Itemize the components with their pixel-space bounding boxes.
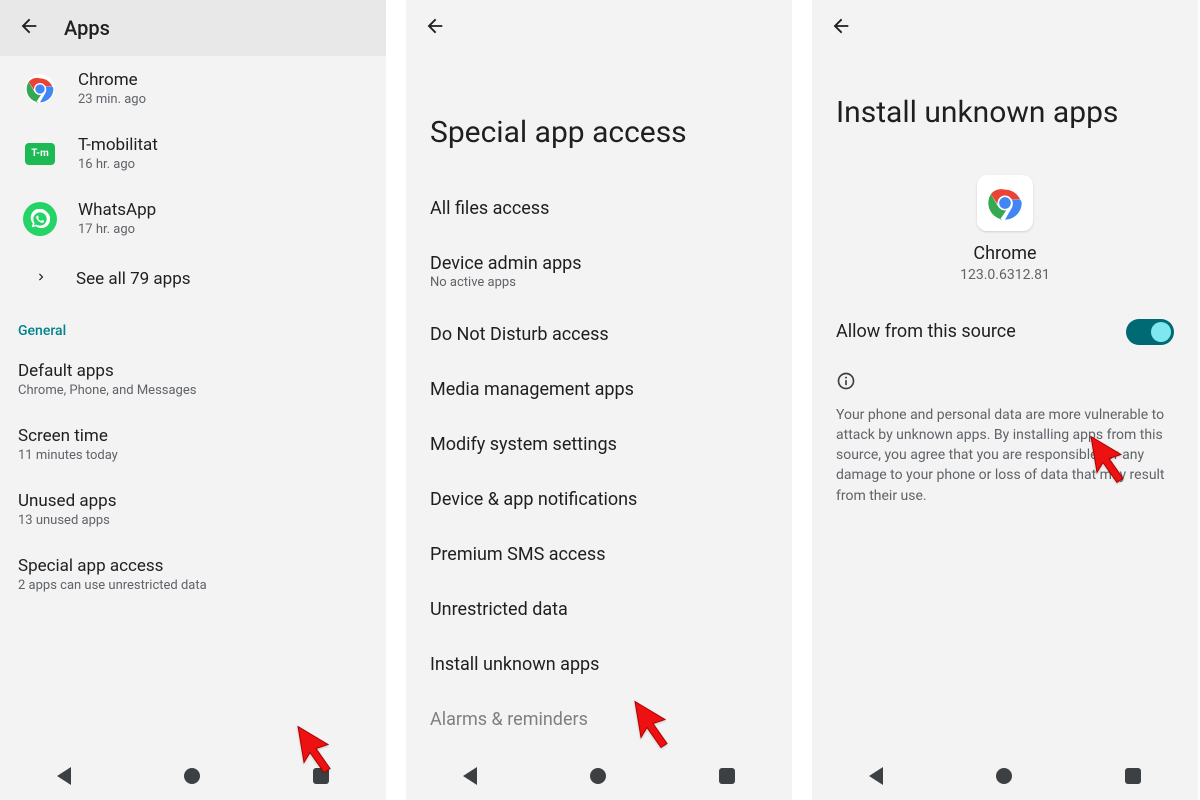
content: Install unknown apps Chrome 123.0.6312.8… [812, 56, 1198, 800]
back-icon[interactable] [18, 15, 40, 41]
content: Special app access All files access Devi… [406, 56, 792, 800]
back-icon[interactable] [830, 15, 852, 41]
back-icon[interactable] [424, 15, 446, 41]
item-all-files-access[interactable]: All files access [406, 181, 792, 236]
nav-recent-icon[interactable] [313, 768, 329, 784]
app-name: Chrome [973, 243, 1036, 264]
warning-text: Your phone and personal data are more vu… [812, 401, 1198, 506]
item-device-admin-apps[interactable]: Device admin apps No active apps [406, 236, 792, 307]
item-install-unknown-apps[interactable]: Install unknown apps [406, 637, 792, 692]
item-alarms-reminders[interactable]: Alarms & reminders [406, 692, 792, 747]
app-row-chrome[interactable]: Chrome 23 min. ago [0, 56, 386, 121]
app-name: Chrome [78, 70, 146, 90]
page-title: Apps [64, 16, 110, 40]
toggle-label: Allow from this source [836, 321, 1016, 342]
app-sub: 16 hr. ago [78, 157, 158, 172]
nav-recent-icon[interactable] [719, 768, 735, 784]
allow-from-source-row[interactable]: Allow from this source [812, 303, 1198, 361]
section-general: General [0, 307, 386, 347]
page-title: Special app access [406, 56, 792, 181]
android-navbar [0, 752, 386, 800]
nav-back-icon[interactable] [57, 767, 71, 785]
whatsapp-icon [22, 201, 58, 237]
topbar [406, 0, 792, 56]
screen-install-unknown-apps: Install unknown apps Chrome 123.0.6312.8… [812, 0, 1198, 800]
app-sub: 17 hr. ago [78, 222, 156, 237]
nav-home-icon[interactable] [184, 768, 200, 784]
see-all-label: See all 79 apps [76, 269, 191, 289]
item-premium-sms[interactable]: Premium SMS access [406, 527, 792, 582]
app-row-whatsapp[interactable]: WhatsApp 17 hr. ago [0, 186, 386, 251]
info-icon [812, 361, 1198, 401]
screen-apps: Apps Chrome 23 min. ago T-m T-mobilitat … [0, 0, 386, 800]
app-hero: Chrome 123.0.6312.81 [812, 155, 1198, 303]
nav-home-icon[interactable] [996, 768, 1012, 784]
topbar [812, 0, 1198, 56]
nav-home-icon[interactable] [590, 768, 606, 784]
tmobilitat-icon: T-m [22, 136, 58, 172]
setting-unused-apps[interactable]: Unused apps 13 unused apps [0, 477, 386, 542]
app-name: T-mobilitat [78, 135, 158, 155]
screen-special-app-access: Special app access All files access Devi… [406, 0, 792, 800]
nav-back-icon[interactable] [463, 767, 477, 785]
android-navbar [406, 752, 792, 800]
app-version: 123.0.6312.81 [960, 267, 1050, 283]
item-dnd-access[interactable]: Do Not Disturb access [406, 307, 792, 362]
setting-default-apps[interactable]: Default apps Chrome, Phone, and Messages [0, 347, 386, 412]
app-name: WhatsApp [78, 200, 156, 220]
item-media-management[interactable]: Media management apps [406, 362, 792, 417]
allow-from-source-toggle[interactable] [1126, 319, 1174, 345]
item-device-app-notifications[interactable]: Device & app notifications [406, 472, 792, 527]
item-unrestricted-data[interactable]: Unrestricted data [406, 582, 792, 637]
topbar: Apps [0, 0, 386, 56]
setting-screen-time[interactable]: Screen time 11 minutes today [0, 412, 386, 477]
app-row-tmobilitat[interactable]: T-m T-mobilitat 16 hr. ago [0, 121, 386, 186]
chevron-right-icon [34, 269, 48, 289]
android-navbar [812, 752, 1198, 800]
nav-recent-icon[interactable] [1125, 768, 1141, 784]
page-title: Install unknown apps [812, 56, 1198, 155]
item-modify-system-settings[interactable]: Modify system settings [406, 417, 792, 472]
content: Chrome 23 min. ago T-m T-mobilitat 16 hr… [0, 56, 386, 800]
nav-back-icon[interactable] [869, 767, 883, 785]
chrome-icon [977, 175, 1033, 231]
app-sub: 23 min. ago [78, 92, 146, 107]
see-all-apps[interactable]: See all 79 apps [0, 251, 386, 307]
setting-special-app-access[interactable]: Special app access 2 apps can use unrest… [0, 542, 386, 607]
chrome-icon [22, 71, 58, 107]
